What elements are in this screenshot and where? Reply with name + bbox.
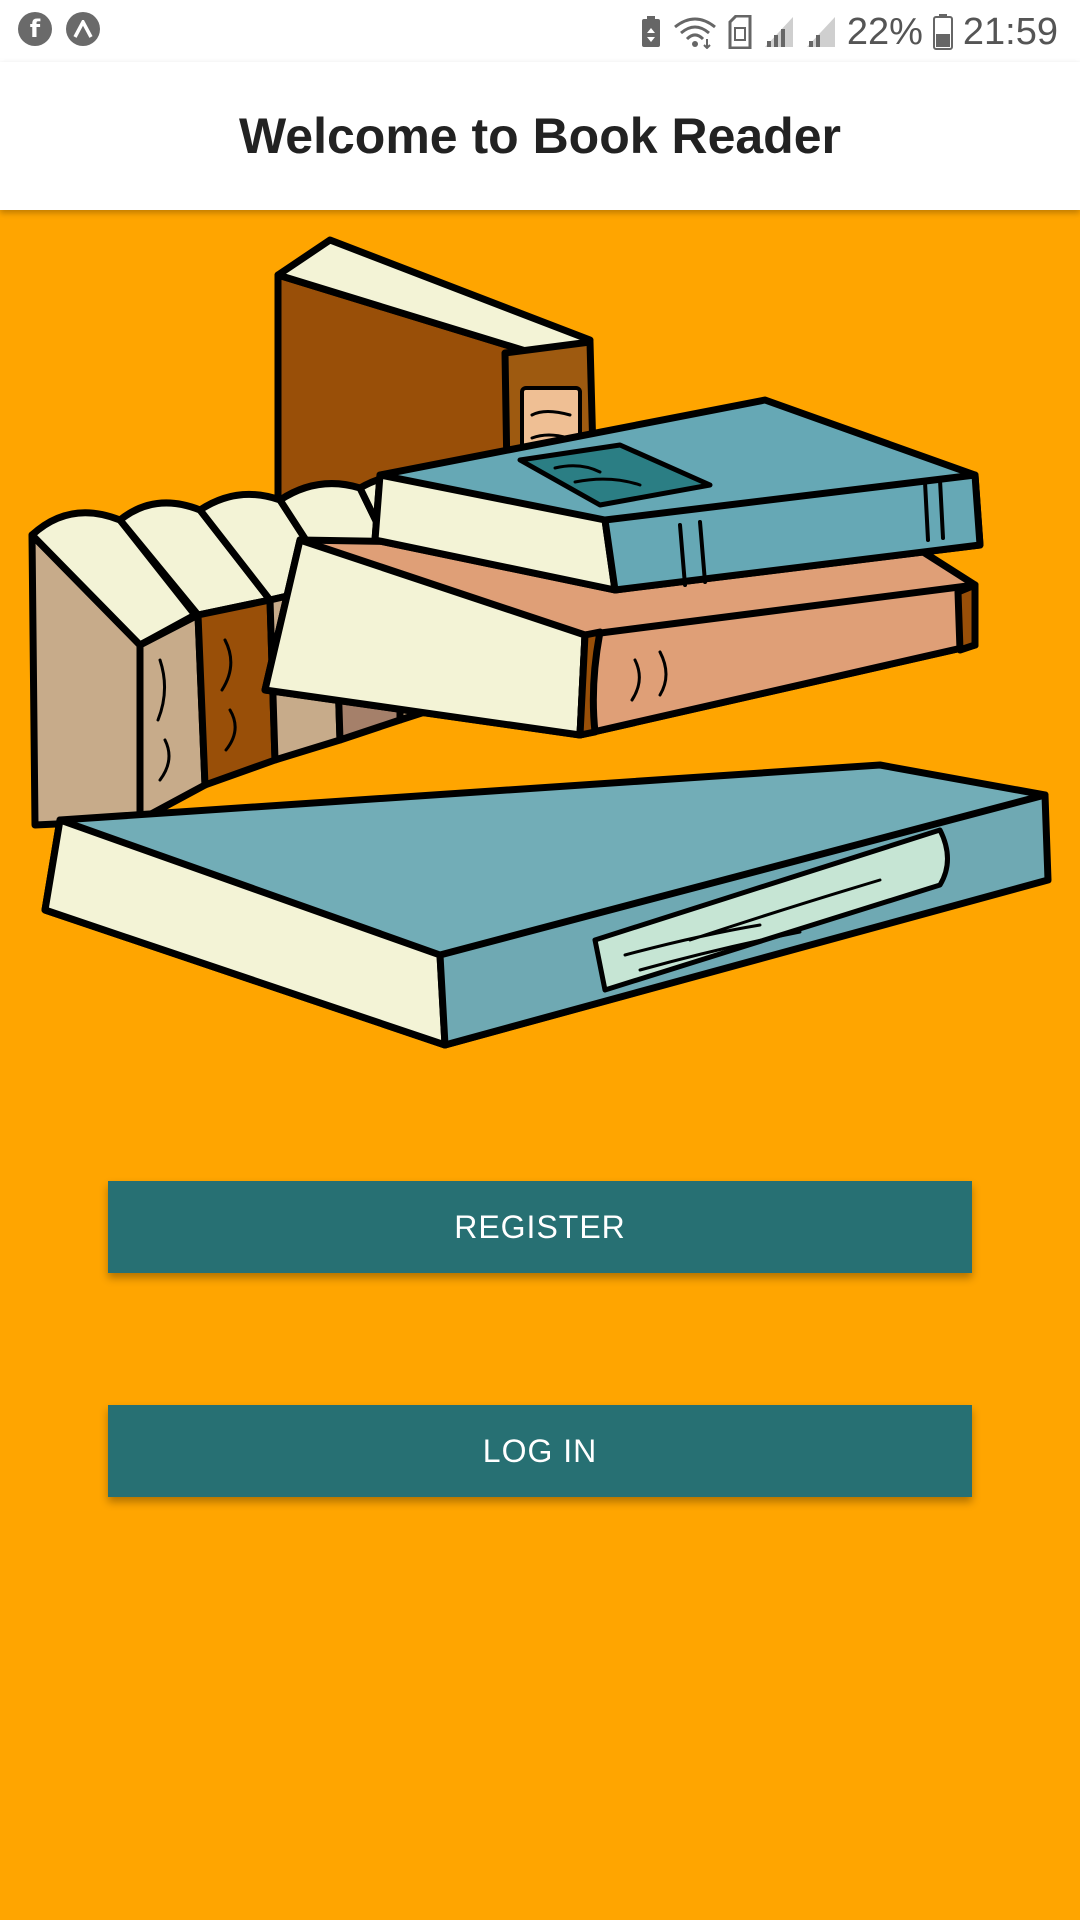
sim-card-icon bbox=[728, 15, 752, 49]
wifi-icon bbox=[673, 17, 716, 49]
login-button-label: LOG IN bbox=[482, 1432, 598, 1469]
battery-percent: 22% bbox=[846, 10, 923, 53]
notification-icons: f bbox=[18, 12, 100, 46]
books-stack-illustration bbox=[28, 236, 1052, 1049]
app-notification-icon bbox=[66, 12, 100, 46]
system-icons: 22% 21:59 bbox=[639, 10, 1058, 54]
battery-saver-icon bbox=[641, 16, 660, 47]
clock: 21:59 bbox=[962, 10, 1058, 53]
app-bar: Welcome to Book Reader bbox=[0, 62, 1080, 210]
register-button-label: REGISTER bbox=[454, 1208, 626, 1245]
page-title: Welcome to Book Reader bbox=[238, 108, 841, 164]
signal-icon bbox=[806, 17, 835, 47]
signal-icon bbox=[764, 17, 793, 47]
register-button[interactable]: REGISTER bbox=[108, 1181, 972, 1273]
login-button[interactable]: LOG IN bbox=[108, 1405, 972, 1497]
status-bar: f 22% 21:59 bbox=[0, 0, 1080, 62]
facebook-icon: f bbox=[18, 12, 52, 46]
battery-icon bbox=[932, 14, 953, 50]
